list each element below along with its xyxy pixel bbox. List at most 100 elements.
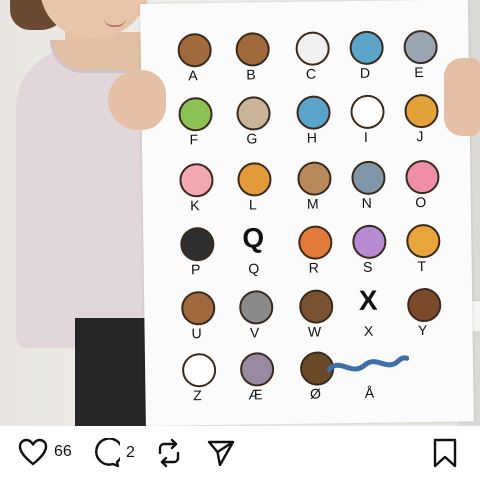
donkey-icon (239, 352, 275, 387)
poster-letter: A (188, 67, 198, 84)
poster-cell-G: G (223, 96, 280, 161)
poster-letter: F (189, 131, 199, 148)
poster-letter: Æ (248, 386, 263, 403)
poster-cell-T: T (393, 223, 450, 289)
left-hand (108, 70, 166, 130)
big-letter-X: X (358, 284, 378, 316)
poster-cell-A: A (164, 33, 221, 98)
zebra-icon (181, 352, 217, 388)
poster-letter: Q (248, 260, 260, 277)
poster-cell-P: P (167, 226, 224, 292)
frog-icon (178, 96, 213, 132)
elephant-icon (403, 29, 438, 65)
share-button[interactable] (206, 438, 236, 468)
poster-cell-E: E (390, 29, 447, 95)
poster-cell-Q: QQ (225, 222, 282, 291)
bookmark-icon (433, 438, 457, 468)
poster-cell-U: U (168, 290, 225, 356)
alphabet-poster: A B C D E F G H I J K L M N O P QQ R S T U V W XX Y Z Æ Ø Å (140, 0, 474, 426)
comment-icon (95, 438, 120, 468)
tiger-icon (406, 223, 441, 259)
poster-letter: U (191, 325, 202, 342)
jaguar-icon (404, 93, 439, 129)
poster-letter: Z (193, 387, 202, 404)
person-pants (75, 318, 150, 426)
polar-bear-icon (350, 94, 385, 130)
whale-icon (296, 95, 331, 130)
poster-letter: D (359, 64, 371, 81)
poster-letter: N (361, 194, 372, 211)
poster-cell-N: N (338, 160, 395, 225)
big-letter-Q: Q (242, 222, 265, 254)
poster-cell-Å: Å (326, 350, 410, 415)
repost-icon (158, 438, 180, 468)
poster-letter: O (415, 194, 427, 211)
poster-cell-V: V (226, 290, 283, 355)
post-image[interactable]: A B C D E F G H I J K L M N O P QQ R S T U V W XX Y Z Æ Ø Å (0, 0, 480, 426)
poster-cell-I: I (337, 94, 394, 159)
poster-cell-O: O (392, 159, 449, 225)
poster-cell-K: K (166, 162, 223, 228)
cow-icon (295, 31, 330, 66)
send-icon (207, 440, 235, 467)
right-hand (444, 58, 480, 136)
like-count[interactable]: 66 (54, 443, 72, 461)
poster-letter: C (305, 65, 317, 82)
poster-letter: J (416, 128, 424, 145)
wombat-icon (299, 289, 334, 324)
post-action-bar (0, 426, 480, 480)
eel-icon (326, 355, 410, 372)
poster-cell-W: W (286, 289, 343, 354)
bear-icon (235, 32, 270, 67)
poster-letter: Y (417, 322, 428, 339)
poster-letter: T (417, 258, 427, 275)
poster-letter: M (306, 195, 319, 212)
poster-letter: Ø (309, 385, 322, 402)
poster-cell-Æ: Æ (227, 352, 284, 417)
poster-letter: P (190, 261, 201, 278)
poster-cell-D: D (336, 30, 393, 95)
poster-letter: K (190, 197, 200, 214)
fox-icon (298, 225, 333, 260)
poster-letter: S (362, 258, 373, 275)
poster-cell-Z: Z (169, 352, 226, 418)
butterfly-icon (352, 224, 387, 260)
raccoon-icon (239, 290, 274, 325)
poster-cell-F: F (165, 96, 222, 162)
poster-cell-J: J (391, 93, 448, 159)
penguin-icon (180, 226, 215, 262)
poster-cell-H: H (283, 95, 340, 160)
poster-cell-R: R (285, 225, 342, 290)
poster-letter: W (307, 323, 322, 340)
poster-letter: B (246, 66, 256, 83)
hippo-icon (351, 160, 386, 196)
poster-letter: I (363, 128, 368, 145)
poster-cell-X: XX (340, 284, 397, 353)
monkey-icon (177, 33, 212, 68)
bear-icon (297, 161, 332, 196)
poster-letter: V (249, 324, 260, 341)
poster-letter: L (248, 196, 257, 213)
poster-cell-B: B (222, 32, 279, 97)
poster-cell-C: C (282, 31, 339, 96)
lion-icon (237, 162, 272, 197)
yak-icon (406, 287, 442, 323)
poster-letter: H (306, 129, 318, 146)
poster-letter: X (363, 322, 374, 339)
owl-icon (181, 290, 216, 326)
poster-cell-L: L (224, 162, 281, 227)
poster-letter: G (246, 130, 258, 147)
worm-icon (405, 159, 440, 195)
goat-icon (236, 96, 271, 131)
pig-icon (179, 162, 214, 198)
comment-count[interactable]: 2 (126, 444, 135, 462)
poster-cell-M: M (284, 161, 341, 226)
save-button[interactable] (432, 438, 458, 468)
poster-cell-Y: Y (394, 287, 451, 353)
poster-cell-S: S (339, 224, 396, 289)
repost-button[interactable] (154, 438, 184, 468)
like-button[interactable]: 66 (18, 438, 72, 466)
poster-letter: R (308, 259, 319, 276)
comment-button[interactable]: 2 (90, 438, 135, 468)
poster-letter: Å (364, 384, 375, 401)
